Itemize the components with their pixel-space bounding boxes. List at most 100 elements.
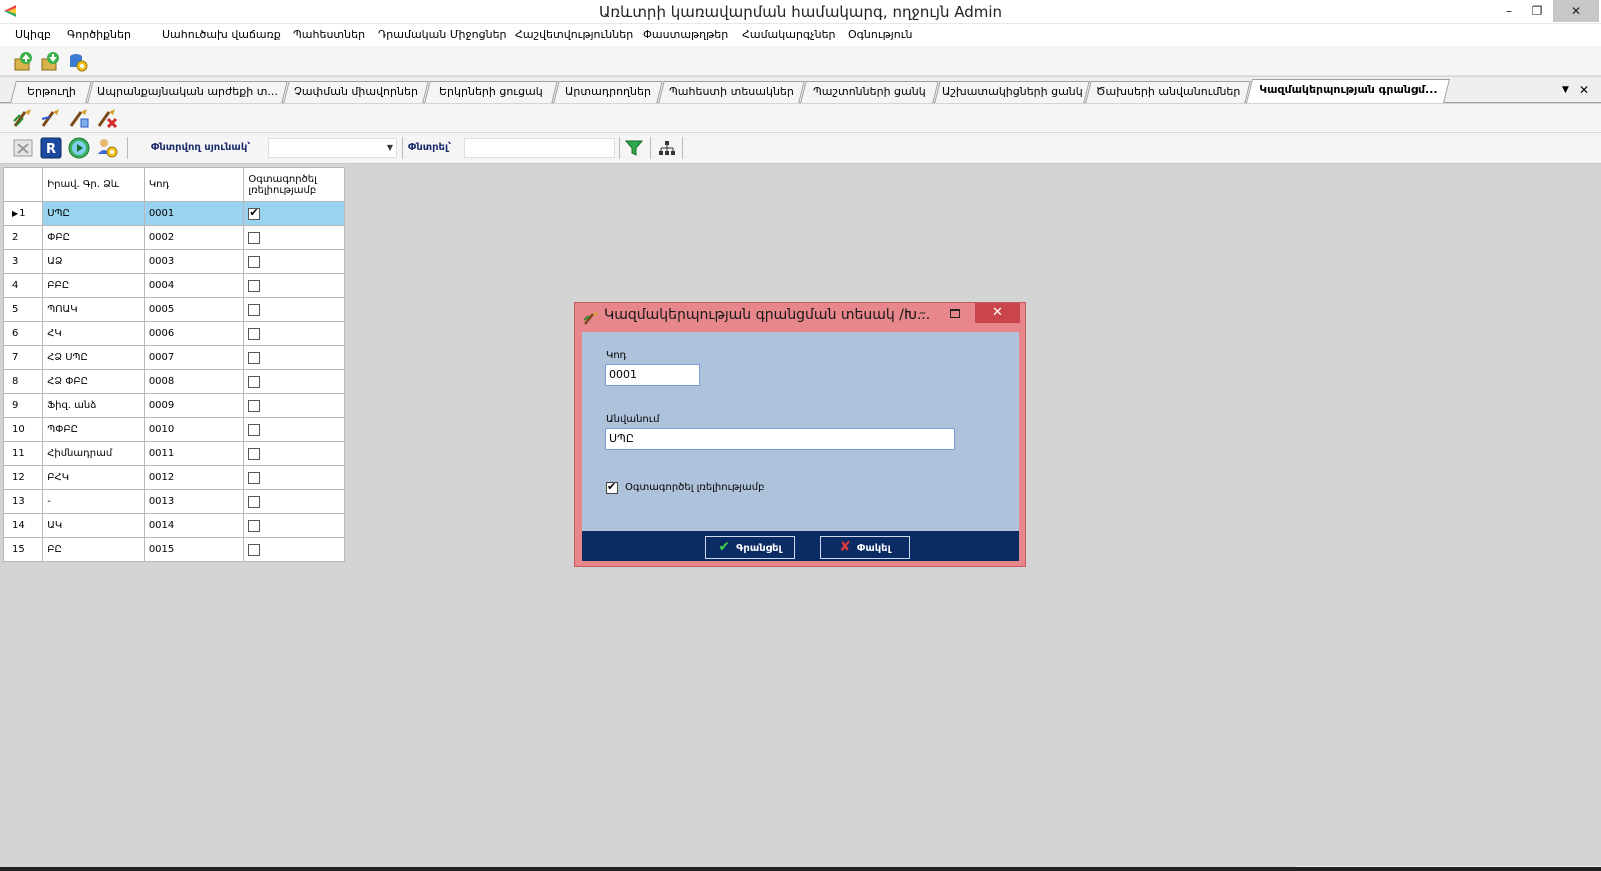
default-checkbox[interactable] (248, 495, 261, 508)
row-number[interactable]: 14 (2, 513, 44, 538)
cell-code[interactable]: 0009 (143, 393, 245, 418)
copy-record-icon[interactable] (68, 107, 90, 129)
edit-record-icon[interactable] (40, 107, 62, 129)
dialog-maximize-button[interactable] (950, 309, 960, 318)
table-row[interactable]: 10 ՊՓԲԸ 0010 (2, 417, 345, 442)
cell-legal-form[interactable]: - (42, 489, 145, 514)
cell-legal-form[interactable]: Ֆիզ. անձ (42, 393, 145, 418)
save-button[interactable]: ✔ Գրանցել (705, 536, 795, 559)
search-input[interactable] (464, 138, 615, 158)
users-settings-icon[interactable] (96, 137, 118, 159)
cell-legal-form[interactable]: ՍՊԸ (42, 201, 145, 226)
dialog-minimize-button[interactable]: – (919, 305, 926, 321)
tab-route[interactable]: Երթուղի (10, 81, 92, 103)
table-row[interactable]: 9 Ֆիզ. անձ 0009 (2, 393, 345, 418)
cell-code[interactable]: 0003 (143, 249, 245, 274)
default-checkbox[interactable] (248, 447, 261, 460)
name-input[interactable]: ՍՊԸ (605, 428, 955, 450)
table-row[interactable]: 5 ՊՈԱԿ 0005 (2, 297, 345, 322)
row-number[interactable]: 5 (2, 297, 44, 322)
cell-default[interactable] (243, 441, 345, 466)
col-header-legal-form[interactable]: Իրավ. Գր. Ձև (42, 167, 145, 202)
default-checkbox[interactable] (248, 303, 261, 316)
cell-default[interactable] (243, 465, 345, 490)
cell-legal-form[interactable]: ՊՓԲԸ (42, 417, 145, 442)
cell-code[interactable]: 0006 (143, 321, 245, 346)
row-number[interactable]: ▶1 (2, 201, 44, 226)
table-row[interactable]: 12 ԲՀԿ 0012 (2, 465, 345, 490)
row-number[interactable]: 4 (2, 273, 44, 298)
row-number[interactable]: 10 (2, 417, 44, 442)
tab-countries[interactable]: Երկրների ցուցակ (424, 81, 558, 103)
minimize-button[interactable]: – (1494, 0, 1524, 22)
cell-legal-form[interactable]: ԱԿ (42, 513, 145, 538)
table-row[interactable]: 6 ՀԿ 0006 (2, 321, 345, 346)
tab-positions[interactable]: Պաշտոնների ցանկ (800, 81, 939, 103)
tab-org-registration[interactable]: Կազմակերպության գրանցմ... (1246, 79, 1450, 103)
menu-warehouses[interactable]: Պահեստներ (293, 28, 365, 41)
default-checkbox[interactable] (248, 543, 261, 556)
tab-units[interactable]: Չափման միավորներ (283, 81, 429, 103)
code-input[interactable]: 0001 (605, 364, 700, 386)
menu-sales[interactable]: Սահուծախ վաճառք (162, 28, 281, 41)
cell-code[interactable]: 0013 (143, 489, 245, 514)
table-row[interactable]: 14 ԱԿ 0014 (2, 513, 345, 538)
menu-tools[interactable]: Գործիքներ (67, 28, 131, 41)
dialog-close-button[interactable]: ✕ (975, 303, 1020, 323)
cell-code[interactable]: 0014 (143, 513, 245, 538)
cell-default[interactable] (243, 393, 345, 418)
table-row[interactable]: 8 ՀՁ ՓԲԸ 0008 (2, 369, 345, 394)
use-default-checkbox[interactable] (606, 480, 618, 494)
cell-code[interactable]: 0005 (143, 297, 245, 322)
cell-code[interactable]: 0011 (143, 441, 245, 466)
default-checkbox[interactable] (248, 351, 261, 364)
default-checkbox[interactable] (248, 231, 261, 244)
cell-code[interactable]: 0001 (143, 201, 245, 226)
cell-legal-form[interactable]: ԱՁ (42, 249, 145, 274)
cell-code[interactable]: 0008 (143, 369, 245, 394)
table-row[interactable]: 4 ԲԲԸ 0004 (2, 273, 345, 298)
cell-legal-form[interactable]: ՀԿ (42, 321, 145, 346)
cell-default[interactable] (243, 321, 345, 346)
cell-default[interactable] (243, 417, 345, 442)
cell-code[interactable]: 0002 (143, 225, 245, 250)
cell-legal-form[interactable]: ԲՀԿ (42, 465, 145, 490)
col-header-code[interactable]: Կոդ (143, 167, 245, 202)
download-db-icon[interactable] (40, 51, 62, 73)
cell-legal-form[interactable]: ՊՈԱԿ (42, 297, 145, 322)
default-checkbox[interactable] (248, 327, 261, 340)
menu-cash[interactable]: Դրամական Միջոցներ (378, 28, 507, 41)
menu-start[interactable]: Սկիզբ (15, 28, 51, 41)
cell-legal-form[interactable]: ՀՁ ՓԲԸ (42, 369, 145, 394)
menu-reports[interactable]: Հաշվետվություններ (515, 28, 633, 41)
export-excel-icon[interactable] (12, 137, 34, 159)
col-header-default[interactable]: Օգտագործել լռելիությամբ (243, 167, 345, 202)
row-number[interactable]: 7 (2, 345, 44, 370)
restore-button[interactable]: ❐ (1522, 0, 1552, 22)
cell-code[interactable]: 0012 (143, 465, 245, 490)
cell-default[interactable] (243, 489, 345, 514)
cell-default[interactable] (243, 249, 345, 274)
row-number[interactable]: 8 (2, 369, 44, 394)
search-column-select[interactable]: ▼ (268, 138, 397, 158)
upload-db-icon[interactable] (13, 51, 35, 73)
row-number[interactable]: 9 (2, 393, 44, 418)
cell-legal-form[interactable]: ԲԸ (42, 537, 145, 562)
menu-help[interactable]: Օգնություն (848, 28, 912, 41)
cell-default[interactable] (243, 537, 345, 562)
table-row[interactable]: 2 ՓԲԸ 0002 (2, 225, 345, 250)
cell-code[interactable]: 0004 (143, 273, 245, 298)
default-checkbox[interactable] (248, 206, 261, 220)
table-row[interactable]: ▶1 ՍՊԸ 0001 (2, 201, 345, 226)
table-row[interactable]: 3 ԱՁ 0003 (2, 249, 345, 274)
row-number[interactable]: 13 (2, 489, 44, 514)
cell-code[interactable]: 0015 (143, 537, 245, 562)
cell-default[interactable] (243, 369, 345, 394)
default-checkbox[interactable] (248, 255, 261, 268)
play-icon[interactable] (68, 137, 90, 159)
row-number[interactable]: 3 (2, 249, 44, 274)
table-row[interactable]: 13 -0013 (2, 489, 345, 514)
db-settings-icon[interactable] (67, 51, 89, 73)
table-row[interactable]: 15 ԲԸ 0015 (2, 537, 345, 562)
filter-icon[interactable] (624, 138, 644, 158)
